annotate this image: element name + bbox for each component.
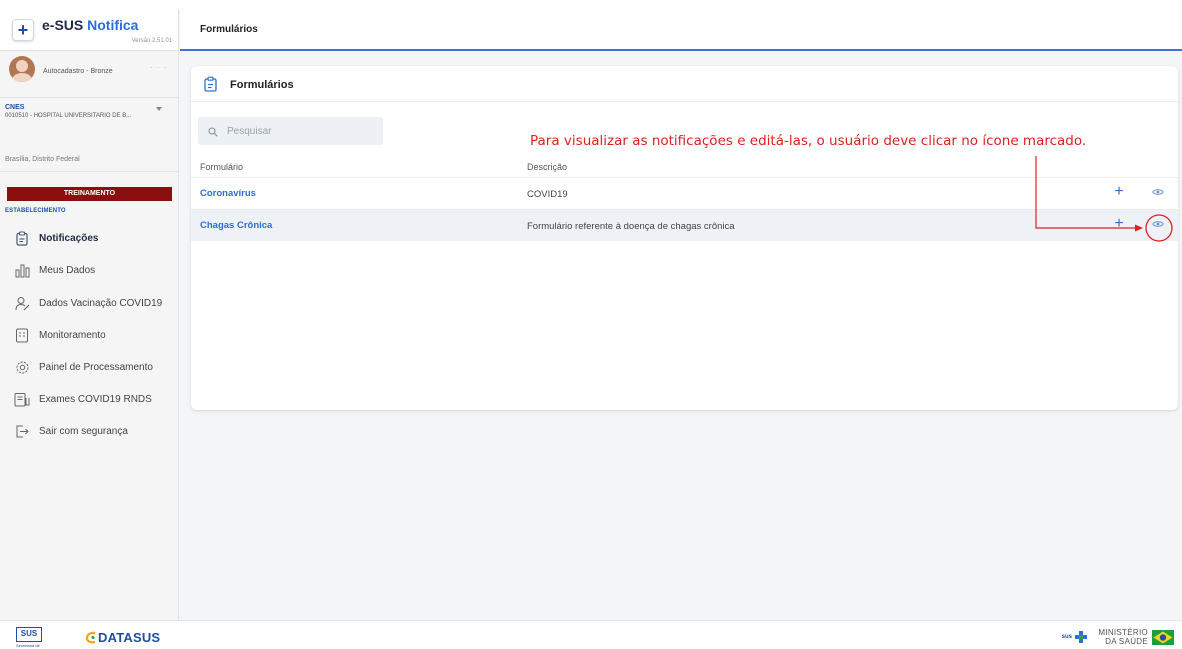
sus-cross-icon xyxy=(1074,630,1088,644)
clipboard-icon xyxy=(14,230,30,246)
bar-chart-icon xyxy=(14,262,30,278)
footer: SUS Secretaria de DATASUS sus MINISTÉRIO… xyxy=(0,620,1182,649)
environment-badge: TREINAMENTO xyxy=(7,187,172,201)
avatar xyxy=(9,56,35,82)
top-strip xyxy=(0,0,1182,9)
brand[interactable]: + e-SUS Notifica Versão 2.51.01 xyxy=(0,9,178,51)
user-menu-dots-icon[interactable]: · · · xyxy=(150,63,167,72)
column-header-descricao: Descrição xyxy=(527,162,568,172)
page-title: Formulários xyxy=(200,24,258,35)
nav-label: Painel de Processamento xyxy=(39,361,153,373)
table-row: Chagas Crônica Formulário referente à do… xyxy=(191,209,1178,241)
forms-card: Formulários Formulário Descrição Coronav… xyxy=(191,66,1178,410)
nav-label: Exames COVID19 RNDS xyxy=(39,393,152,405)
chevron-down-icon[interactable] xyxy=(156,107,162,111)
ministry-logo: sus MINISTÉRIO DA SAÚDE xyxy=(1062,628,1174,646)
form-link[interactable]: Chagas Crônica xyxy=(200,220,272,231)
nav-label: Meus Dados xyxy=(39,264,96,276)
column-header-formulario: Formulário xyxy=(200,162,244,172)
search-box[interactable] xyxy=(198,117,383,145)
form-description: COVID19 xyxy=(527,189,568,200)
app-name: e-SUS Notifica xyxy=(42,17,139,33)
datasus-logo: DATASUS xyxy=(85,630,160,645)
search-icon xyxy=(208,126,218,137)
cnes-label: CNES xyxy=(5,104,25,111)
lab-clipboard-icon xyxy=(14,391,30,407)
nav-label: Sair com segurança xyxy=(39,425,128,437)
nav-label: Dados Vacinação COVID19 xyxy=(39,297,163,309)
clipboard-icon xyxy=(203,76,219,92)
brazil-flag-icon xyxy=(1152,629,1174,645)
card-title: Formulários xyxy=(230,79,294,91)
user-role: Autocadastro - Bronze xyxy=(43,68,113,75)
table-row: Coronavírus COVID19 + xyxy=(191,177,1178,209)
nav-item-monitoramento[interactable]: Monitoramento xyxy=(14,324,174,346)
nav-item-painel-processamento[interactable]: Painel de Processamento xyxy=(14,356,174,378)
logout-icon xyxy=(14,423,30,439)
page-header: Formulários xyxy=(180,9,1182,51)
user-syringe-icon xyxy=(14,295,30,311)
user-profile[interactable]: Autocadastro - Bronze · · · xyxy=(0,52,179,98)
nav-item-meus-dados[interactable]: Meus Dados xyxy=(14,259,174,281)
add-notification-icon[interactable]: + xyxy=(1111,183,1127,200)
ministry-name: MINISTÉRIO DA SAÚDE xyxy=(1098,628,1148,646)
nav-label: Notificações xyxy=(39,232,99,244)
gear-icon xyxy=(14,359,30,375)
monitor-list-icon xyxy=(14,327,30,343)
form-link[interactable]: Coronavírus xyxy=(200,188,256,199)
nav-item-sair[interactable]: Sair com segurança xyxy=(14,420,174,442)
card-header: Formulários xyxy=(191,66,1178,102)
cnes-city: Brasília, Distrito Federal xyxy=(5,156,80,163)
sus-subtitle: Secretaria de xyxy=(16,643,40,648)
section-label: ESTABELECIMENTO xyxy=(5,208,66,214)
nav-label: Monitoramento xyxy=(39,329,106,341)
nav-item-exames-covid[interactable]: Exames COVID19 RNDS xyxy=(14,388,174,410)
app-version: Versão 2.51.01 xyxy=(131,38,172,44)
nav-item-dados-vacinacao[interactable]: Dados Vacinação COVID19 xyxy=(14,292,174,314)
datasus-mark-icon xyxy=(85,631,97,644)
add-notification-icon[interactable]: + xyxy=(1111,215,1127,232)
nav-item-notificacoes[interactable]: Notificações xyxy=(14,227,174,249)
eye-icon[interactable] xyxy=(1151,218,1165,230)
cnes-selector[interactable]: CNES 0010510 - HOSPITAL UNIVERSITARIO DE… xyxy=(0,98,179,172)
instruction-annotation: Para visualizar as notificações e editá-… xyxy=(530,133,1087,149)
form-description: Formulário referente à doença de chagas … xyxy=(527,221,735,232)
search-input[interactable] xyxy=(227,125,377,137)
sidebar: + e-SUS Notifica Versão 2.51.01 Autocada… xyxy=(0,9,179,620)
cross-logo-icon: + xyxy=(12,19,34,41)
cnes-value: 0010510 - HOSPITAL UNIVERSITARIO DE B... xyxy=(5,113,132,119)
ministry-sus: sus xyxy=(1061,634,1072,640)
eye-icon[interactable] xyxy=(1151,186,1165,198)
sus-logo: SUS xyxy=(16,627,42,642)
